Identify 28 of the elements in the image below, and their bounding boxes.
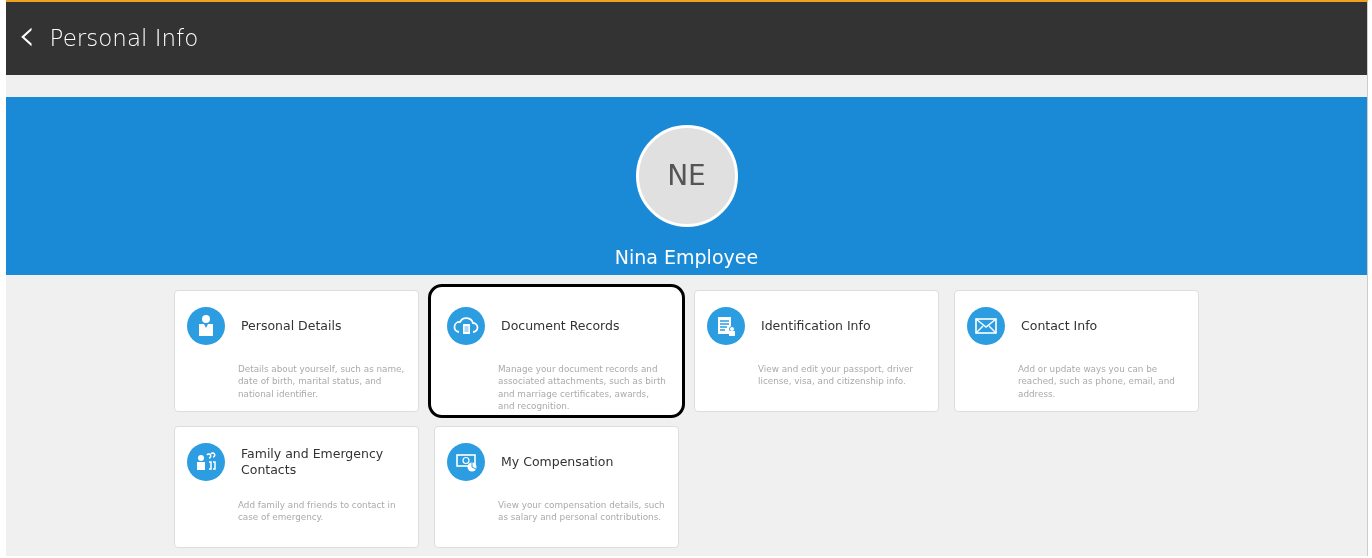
card-title: Identification Info (761, 318, 871, 334)
banknote-icon (447, 443, 485, 481)
people-icon (187, 443, 225, 481)
card-title: Personal Details (241, 318, 342, 334)
back-button[interactable]: ‹ (6, 12, 50, 65)
menu-card[interactable]: My Compensation View your compensation details, such as salary and personal contributions. (434, 426, 679, 548)
person-icon (187, 307, 225, 345)
menu-card[interactable]: Personal Details Details about yourself, such as name, date of birth, marital status, and national identifier. (174, 290, 419, 412)
card-description: Add or update ways you can be reached, such as phone, email, and address. (1018, 363, 1176, 400)
avatar: NE (635, 124, 738, 227)
document-badge-icon (707, 307, 745, 345)
menu-card[interactable]: Document Records Manage your document records and associated attachments, such as birth and marriage certificates, awards, and recognition. (428, 284, 685, 418)
card-description: Manage your document records and associated attachments, such as birth and marriage certificates, awards, and recognition. (498, 363, 666, 413)
card-description: View and edit your passport, driver license, visa, and citizenship info. (758, 363, 914, 388)
card-description: Add family and friends to contact in case of emergency. (238, 499, 397, 524)
card-description: View your compensation details, such as salary and personal contributions. (498, 499, 666, 524)
page-title: Personal Info (49, 24, 199, 54)
card-title: My Compensation (501, 454, 614, 470)
card-title: Document Records (501, 318, 620, 334)
menu-card[interactable]: Family and Emergency Contacts Add family and friends to contact in case of emergency. (174, 426, 419, 548)
card-title: Family and Emergency Contacts (241, 446, 385, 478)
cloud-document-icon (447, 307, 485, 345)
mail-icon (967, 307, 1005, 345)
card-description: Details about yourself, such as name, date of birth, marital status, and national identifier. (238, 363, 406, 400)
card-title: Contact Info (1021, 318, 1098, 334)
menu-card[interactable]: Contact Info Add or update ways you can be reached, such as phone, email, and address. (954, 290, 1199, 412)
employee-name: Nina Employee (614, 244, 759, 270)
menu-card[interactable]: Identification Info View and edit your passport, driver license, visa, and citizenship info. (694, 290, 939, 412)
